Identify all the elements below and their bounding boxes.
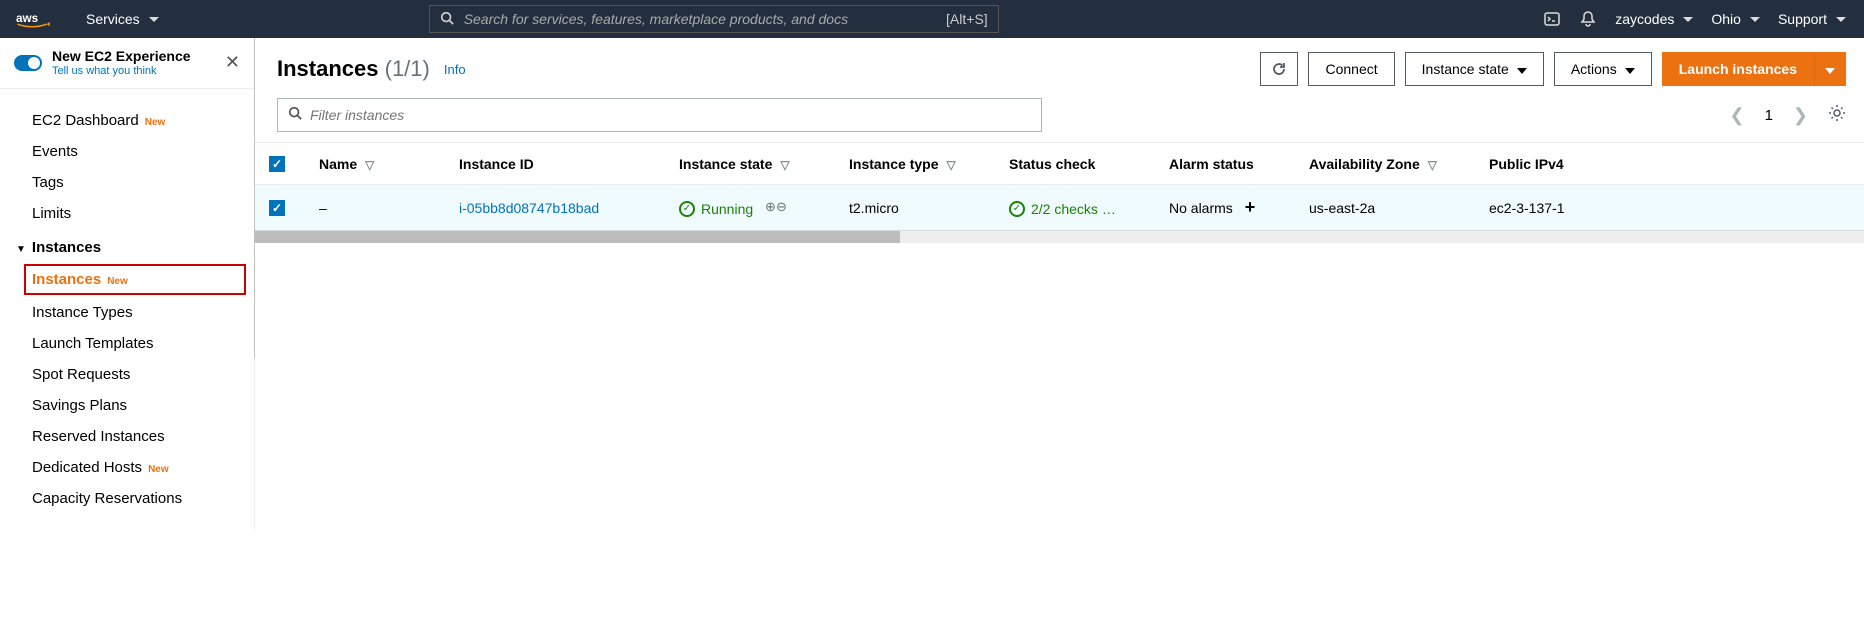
table-row[interactable]: – i-05bb8d08747b18bad ✓ Running ⊕⊖ t2.mi… [255,185,1864,231]
new-experience-toggle[interactable] [14,55,42,71]
new-experience-banner: New EC2 Experience Tell us what you thin… [0,38,254,89]
sort-icon[interactable]: ▽ [1428,158,1437,172]
search-icon [440,11,454,28]
col-status-check[interactable]: Status check [1009,156,1095,172]
instances-table: Name ▽ Instance ID Instance state ▽ Instan… [255,143,1864,231]
new-experience-feedback-link[interactable]: Tell us what you think [52,65,191,78]
col-alarm-status[interactable]: Alarm status [1169,156,1254,172]
sidebar-item-launch-templates[interactable]: Launch Templates [0,328,254,359]
col-instance-id[interactable]: Instance ID [459,156,534,172]
sidebar-item-capacity-reservations[interactable]: Capacity Reservations [0,483,254,514]
top-nav: aws Services Search for services, featur… [0,0,1864,38]
col-instance-state[interactable]: Instance state [679,156,772,172]
sort-icon[interactable]: ▽ [946,158,955,172]
launch-instances-dropdown[interactable] [1814,52,1846,86]
sidebar-item-tags[interactable]: Tags [0,167,254,198]
cell-name: – [305,185,445,231]
search-placeholder: Search for services, features, marketpla… [464,11,848,27]
sidebar-item-events[interactable]: Events [0,136,254,167]
cloudshell-icon[interactable] [1543,10,1561,28]
horizontal-scrollbar[interactable] [255,231,900,243]
refresh-button[interactable] [1260,52,1298,86]
sort-icon[interactable]: ▽ [780,158,789,172]
connect-button[interactable]: Connect [1308,52,1394,86]
main-content: Instances (1/1) Info Connect Instance st… [255,38,1864,530]
aws-logo[interactable]: aws [0,10,76,28]
chevron-down-icon [1825,61,1835,77]
cell-instance-state: ✓ Running [679,201,753,217]
instance-state-button[interactable]: Instance state [1405,52,1544,86]
filter-instances-input[interactable] [277,98,1042,132]
cell-public-ipv4: ec2-3-137-1 [1475,185,1864,231]
sidebar-item-spot-requests[interactable]: Spot Requests [0,359,254,390]
close-icon[interactable]: ✕ [225,52,240,73]
account-menu[interactable]: zaycodes [1615,11,1693,27]
sidebar-item-savings-plans[interactable]: Savings Plans [0,390,254,421]
new-experience-title: New EC2 Experience [52,48,191,65]
cell-instance-type: t2.micro [835,185,995,231]
page-title: Instances (1/1) [277,56,430,82]
col-public-ipv4[interactable]: Public IPv4 [1489,156,1564,172]
sidebar-item-dedicated-hosts[interactable]: Dedicated HostsNew [0,452,254,483]
settings-icon[interactable] [1828,104,1846,126]
cell-alarm-status: No alarms [1169,200,1233,216]
launch-instances-button[interactable]: Launch instances [1662,52,1814,86]
sidebar-item-limits[interactable]: Limits [0,198,254,229]
cell-instance-id[interactable]: i-05bb8d08747b18bad [459,200,599,216]
select-all-checkbox[interactable] [269,156,285,172]
sort-icon[interactable]: ▽ [365,158,374,172]
notifications-icon[interactable] [1579,10,1597,28]
search-icon [288,106,302,125]
cell-status-check: ✓ 2/2 checks … [1009,201,1116,217]
status-ok-icon: ✓ [1009,201,1025,217]
info-link[interactable]: Info [444,62,466,77]
col-instance-type[interactable]: Instance type [849,156,938,172]
sidebar-item-instance-types[interactable]: Instance Types [0,297,254,328]
status-ok-icon: ✓ [679,201,695,217]
svg-text:aws: aws [16,12,39,25]
col-name[interactable]: Name [319,156,357,172]
row-checkbox[interactable] [269,200,285,216]
state-detail-icon[interactable]: ⊕⊖ [765,199,787,214]
filter-input-field[interactable] [310,107,1031,123]
refresh-icon [1271,61,1287,77]
sidebar-group-instances[interactable]: Instances [0,229,254,262]
support-menu[interactable]: Support [1778,11,1846,27]
page-number: 1 [1765,107,1773,124]
chevron-down-icon [1625,61,1635,77]
horizontal-scrollbar-track: ◀ [255,231,1864,243]
search-shortcut: [Alt+S] [946,11,988,27]
sidebar: New EC2 Experience Tell us what you thin… [0,38,255,530]
actions-button[interactable]: Actions [1554,52,1652,86]
services-menu[interactable]: Services [76,11,169,27]
col-availability-zone[interactable]: Availability Zone [1309,156,1420,172]
cell-availability-zone: us-east-2a [1295,185,1475,231]
sidebar-item-ec2-dashboard[interactable]: EC2 DashboardNew [0,105,254,136]
prev-page-button[interactable]: ❮ [1729,105,1744,126]
chevron-down-icon [1517,61,1527,77]
sidebar-item-instances[interactable]: InstancesNew [24,264,246,295]
next-page-button[interactable]: ❯ [1793,105,1808,126]
add-alarm-icon[interactable]: + [1245,197,1256,217]
region-menu[interactable]: Ohio [1711,11,1760,27]
sidebar-item-reserved-instances[interactable]: Reserved Instances [0,421,254,452]
global-search[interactable]: Search for services, features, marketpla… [429,5,999,33]
